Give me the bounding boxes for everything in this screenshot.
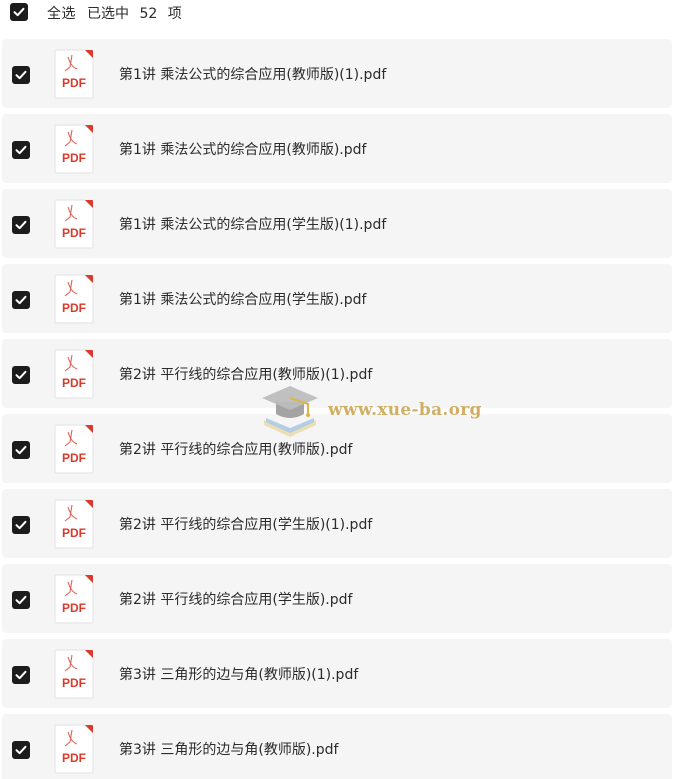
selected-prefix: 已选中 [87,6,129,22]
file-checkbox[interactable] [12,516,30,534]
pdf-file-icon: PDF [52,49,96,99]
pdf-file-icon: PDF [52,649,96,699]
pdf-file-icon: PDF [52,124,96,174]
select-all-label[interactable]: 全选 [47,3,76,23]
file-checkbox[interactable] [12,291,30,309]
checkmark-icon [15,220,27,230]
checkmark-icon [15,445,27,455]
file-row[interactable]: PDF 第1讲 乘法公式的综合应用(学生版)(1).pdf [2,189,672,258]
file-selection-page: 全选 已选中 52 项 PDF 第1讲 乘法公式的综合应用(教师版)(1).pdf… [0,0,674,779]
checkmark-icon [15,295,27,305]
pdf-file-icon: PDF [52,199,96,249]
file-name[interactable]: 第1讲 乘法公式的综合应用(教师版)(1).pdf [119,64,386,84]
file-row[interactable]: PDF 第2讲 平行线的综合应用(教师版).pdf [2,414,672,483]
pdf-file-icon: PDF [52,724,96,774]
checkmark-icon [15,370,27,380]
file-name[interactable]: 第1讲 乘法公式的综合应用(教师版).pdf [119,139,366,159]
file-checkbox[interactable] [12,216,30,234]
selection-toolbar: 全选 已选中 52 项 [0,0,674,30]
pdf-icon-label: PDF [62,751,86,765]
pdf-icon-label: PDF [62,226,86,240]
file-row[interactable]: PDF 第3讲 三角形的边与角(教师版).pdf [2,714,672,779]
file-row[interactable]: PDF 第2讲 平行线的综合应用(学生版).pdf [2,564,672,633]
checkmark-icon [15,70,27,80]
pdf-icon-label: PDF [62,76,86,90]
pdf-icon-label: PDF [62,676,86,690]
file-name[interactable]: 第2讲 平行线的综合应用(学生版).pdf [119,589,352,609]
selected-suffix: 项 [167,6,182,22]
checkmark-icon [15,145,27,155]
selected-count: 52 [139,6,158,22]
file-row[interactable]: PDF 第2讲 平行线的综合应用(学生版)(1).pdf [2,489,672,558]
pdf-icon-label: PDF [62,151,86,165]
file-name[interactable]: 第3讲 三角形的边与角(教师版)(1).pdf [119,664,358,684]
pdf-file-icon: PDF [52,574,96,624]
file-name[interactable]: 第1讲 乘法公式的综合应用(学生版).pdf [119,289,366,309]
file-checkbox[interactable] [12,441,30,459]
file-name[interactable]: 第2讲 平行线的综合应用(教师版).pdf [119,439,352,459]
file-checkbox[interactable] [12,141,30,159]
pdf-icon-label: PDF [62,301,86,315]
file-checkbox[interactable] [12,366,30,384]
pdf-file-icon: PDF [52,499,96,549]
select-all-checkbox[interactable] [10,3,28,21]
pdf-file-icon: PDF [52,424,96,474]
file-checkbox[interactable] [12,66,30,84]
pdf-icon-label: PDF [62,376,86,390]
checkmark-icon [15,520,27,530]
file-row[interactable]: PDF 第3讲 三角形的边与角(教师版)(1).pdf [2,639,672,708]
checkmark-icon [13,7,25,17]
pdf-icon-label: PDF [62,601,86,615]
file-row[interactable]: PDF 第2讲 平行线的综合应用(教师版)(1).pdf [2,339,672,408]
file-name[interactable]: 第3讲 三角形的边与角(教师版).pdf [119,739,338,759]
file-name[interactable]: 第2讲 平行线的综合应用(教师版)(1).pdf [119,364,372,384]
pdf-icon-label: PDF [62,526,86,540]
pdf-file-icon: PDF [52,349,96,399]
checkmark-icon [15,595,27,605]
file-checkbox[interactable] [12,666,30,684]
file-row[interactable]: PDF 第1讲 乘法公式的综合应用(教师版)(1).pdf [2,39,672,108]
file-row[interactable]: PDF 第1讲 乘法公式的综合应用(学生版).pdf [2,264,672,333]
file-checkbox[interactable] [12,591,30,609]
selected-count-text: 已选中 52 项 [87,3,188,23]
file-row[interactable]: PDF 第1讲 乘法公式的综合应用(教师版).pdf [2,114,672,183]
file-checkbox[interactable] [12,741,30,759]
checkmark-icon [15,670,27,680]
pdf-icon-label: PDF [62,451,86,465]
checkmark-icon [15,745,27,755]
file-name[interactable]: 第2讲 平行线的综合应用(学生版)(1).pdf [119,514,372,534]
file-name[interactable]: 第1讲 乘法公式的综合应用(学生版)(1).pdf [119,214,386,234]
pdf-file-icon: PDF [52,274,96,324]
